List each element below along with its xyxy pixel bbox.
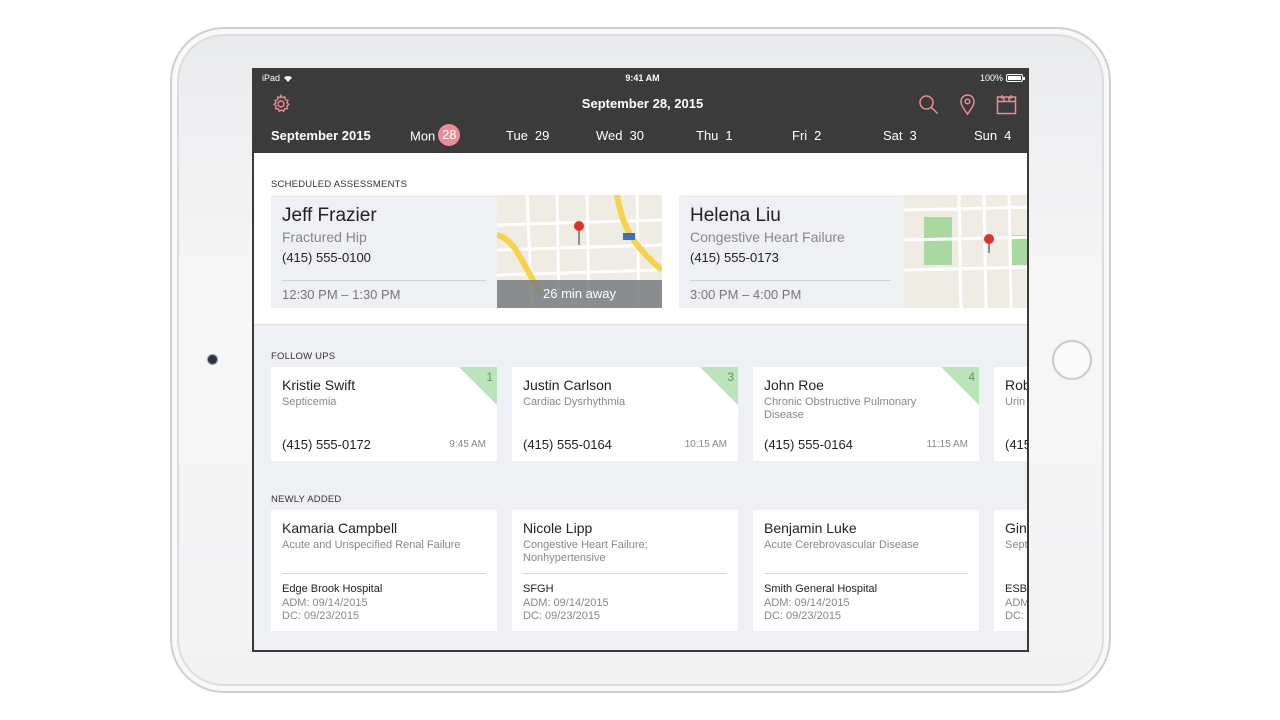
count-badge: 1 (459, 367, 497, 405)
admission-date: ADM: 09/14/2015 (523, 597, 609, 609)
selected-day-badge: 28 (438, 124, 461, 146)
new-patient-card[interactable]: Gin Sept ESB ADM DC: (994, 510, 1029, 631)
travel-time: 26 min away (497, 280, 662, 308)
follow-up-card[interactable]: John Roe Chronic Obstructive Pulmonary D… (753, 367, 979, 461)
patient-condition: Cardiac Dysrhythmia (523, 396, 626, 408)
app-header: iPad 9:41 AM 100% September 28, 2015 Sep… (254, 68, 1027, 153)
patient-name: Justin Carlson (523, 377, 612, 393)
follow-up-time: 10:15 AM (684, 439, 727, 450)
patient-name: Gin (1005, 520, 1027, 536)
appointment-time: 12:30 PM – 1:30 PM (282, 287, 401, 302)
header-date-title: September 28, 2015 (581, 96, 704, 111)
follow-up-time: 11:15 AM (926, 439, 968, 450)
battery-icon (1006, 74, 1025, 82)
status-bar: iPad 9:41 AM 100% (254, 68, 1027, 88)
divider (523, 573, 727, 574)
assessment-card[interactable]: Helena Liu Congestive Heart Failure (415… (679, 195, 1027, 308)
count-badge: 4 (941, 367, 979, 405)
admission-date: ADM (1005, 597, 1029, 609)
follow-ups-section: FOLLOW UPS Kristie Swift Septicemia (415… (254, 325, 1029, 650)
day-sun[interactable]: Sun 4 (974, 128, 1011, 143)
patient-phone[interactable]: (415) 555-0173 (690, 250, 779, 265)
patient-condition: Acute Cerebrovascular Disease (764, 539, 919, 551)
title-row: September 28, 2015 (254, 94, 1027, 115)
map-thumbnail[interactable]: 26 min away (497, 195, 662, 308)
patient-condition: Acute and Unspecified Renal Failure (282, 539, 461, 551)
section-label: SCHEDULED ASSESSMENTS (271, 179, 408, 190)
map-thumbnail[interactable] (904, 195, 1027, 308)
admission-date: ADM: 09/14/2015 (764, 597, 850, 609)
follow-up-time: 9:45 AM (449, 439, 486, 450)
month-label: September 2015 (271, 128, 371, 143)
patient-phone[interactable]: (415 (1005, 437, 1027, 452)
discharge-date: DC: 09/23/2015 (282, 610, 360, 622)
patient-name: Rob (1005, 377, 1029, 393)
day-thu[interactable]: Thu 1 (696, 128, 733, 143)
new-patient-card[interactable]: Benjamin Luke Acute Cerebrovascular Dise… (753, 510, 979, 631)
patient-condition: Congestive Heart Failure (690, 229, 845, 245)
appointment-time: 3:00 PM – 4:00 PM (690, 287, 802, 302)
day-sat[interactable]: Sat 3 (883, 128, 917, 143)
day-mon[interactable]: Mon 28 (410, 124, 461, 146)
patient-condition: Congestive Heart Failure; Nonhypertensiv… (523, 539, 648, 564)
new-patient-card[interactable]: Kamaria Campbell Acute and Unspecified R… (271, 510, 497, 631)
hospital-name: Smith General Hospital (764, 583, 878, 595)
hospital-name: Edge Brook Hospital (282, 583, 383, 595)
patient-name: Nicole Lipp (523, 520, 593, 536)
section-label: NEWLY ADDED (271, 494, 342, 505)
location-pin-icon[interactable] (957, 94, 978, 115)
week-strip: September 2015 Mon 28 Tue 29 Wed 30 Thu 1 Fr… (254, 124, 1027, 148)
patient-phone[interactable]: (415) 555-0164 (523, 437, 612, 452)
home-button[interactable] (1052, 340, 1092, 380)
patient-phone[interactable]: (415) 555-0100 (282, 250, 371, 265)
patient-name: Jeff Frazier (282, 205, 377, 226)
patient-name: John Roe (764, 377, 824, 393)
divider (690, 280, 891, 281)
new-patient-card[interactable]: Nicole Lipp Congestive Heart Failure; No… (512, 510, 738, 631)
patient-name: Kristie Swift (282, 377, 356, 393)
discharge-date: DC: 09/23/2015 (523, 610, 601, 622)
patient-condition: Sept (1005, 539, 1028, 551)
patient-condition: Chronic Obstructive Pulmonary Disease (764, 396, 917, 421)
patient-phone[interactable]: (415) 555-0172 (282, 437, 371, 452)
hospital-name: SFGH (523, 583, 554, 595)
hospital-name: ESB (1005, 583, 1028, 595)
day-tue[interactable]: Tue 29 (506, 128, 549, 143)
count-badge: 3 (700, 367, 738, 405)
scheduled-assessments-section: SCHEDULED ASSESSMENTS Jeff Frazier Fract… (254, 153, 1027, 325)
calendar-icon[interactable] (996, 94, 1017, 115)
street-map (904, 195, 1027, 308)
assessment-card[interactable]: Jeff Frazier Fractured Hip (415) 555-010… (271, 195, 662, 308)
follow-up-card[interactable]: Kristie Swift Septicemia (415) 555-0172 … (271, 367, 497, 461)
patient-name: Helena Liu (690, 205, 781, 226)
patient-name: Kamaria Campbell (282, 520, 398, 536)
admission-date: ADM: 09/14/2015 (282, 597, 368, 609)
status-battery: 100% (980, 73, 1025, 83)
search-icon[interactable] (918, 94, 939, 115)
divider (282, 573, 486, 574)
divider (282, 280, 486, 281)
front-camera (208, 355, 217, 364)
app-screen: iPad 9:41 AM 100% September 28, 2015 Sep… (252, 68, 1029, 652)
day-wed[interactable]: Wed 30 (596, 128, 644, 143)
follow-up-card[interactable]: Rob Urin (415 (994, 367, 1029, 461)
discharge-date: DC: 09/23/2015 (764, 610, 842, 622)
patient-condition: Fractured Hip (282, 229, 367, 245)
follow-up-card[interactable]: Justin Carlson Cardiac Dysrhythmia (415)… (512, 367, 738, 461)
patient-condition: Septicemia (282, 396, 337, 408)
status-time: 9:41 AM (625, 73, 660, 83)
section-label: FOLLOW UPS (271, 351, 336, 362)
patient-condition: Urin (1005, 396, 1026, 408)
patient-name: Benjamin Luke (764, 520, 857, 536)
discharge-date: DC: (1005, 610, 1024, 622)
patient-phone[interactable]: (415) 555-0164 (764, 437, 853, 452)
day-fri[interactable]: Fri 2 (792, 128, 821, 143)
divider (764, 573, 968, 574)
